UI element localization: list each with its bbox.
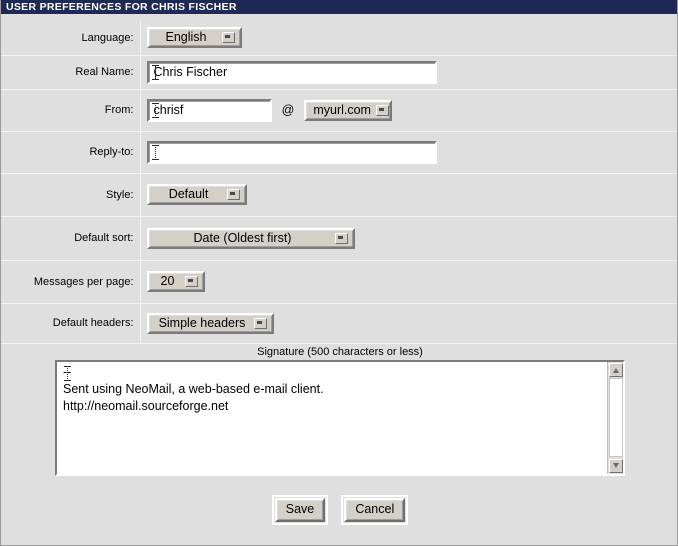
row-actions: Save Cancel [1, 478, 677, 525]
chevron-down-icon [375, 104, 389, 116]
save-button[interactable]: Save [274, 497, 326, 522]
cancel-button[interactable]: Cancel [344, 497, 406, 522]
reply-to-wrap [146, 140, 437, 164]
row-default-headers: Default headers: Simple headers [1, 303, 677, 343]
default-sort-select-value: Date (Oldest first) [193, 230, 292, 245]
from-domain-select-value: myurl.com [313, 102, 371, 117]
preferences-form: Language: English Real Name: Chris Fisch… [1, 21, 677, 525]
field-style: Default [140, 173, 677, 216]
row-signature-area [1, 359, 677, 479]
row-reply-to: Reply-to: [1, 131, 677, 173]
reply-to-input[interactable] [146, 140, 437, 164]
field-language: English [140, 21, 677, 55]
signature-label-cell: Signature (500 characters or less) [1, 343, 677, 360]
row-default-sort: Default sort: Date (Oldest first) [1, 216, 677, 260]
scrollbar-thumb[interactable] [609, 377, 623, 457]
real-name-wrap [146, 60, 437, 84]
from-domain-select[interactable]: myurl.com [304, 99, 393, 121]
field-default-headers: Simple headers [140, 303, 677, 343]
from-user-input[interactable] [146, 98, 272, 122]
user-preferences-window: USER PREFERENCES FOR CHRIS FISCHER Langu… [0, 0, 678, 546]
signature-scrollbar[interactable] [607, 361, 623, 474]
page-title: USER PREFERENCES FOR CHRIS FISCHER [6, 1, 237, 13]
chevron-down-icon [184, 276, 198, 287]
field-default-sort: Date (Oldest first) [140, 216, 677, 260]
messages-per-page-select-value: 20 [160, 274, 175, 288]
label-messages-per-page: Messages per page: [1, 260, 141, 303]
action-button-row: Save Cancel [1, 479, 677, 525]
label-default-headers: Default headers: [1, 303, 141, 343]
label-default-sort: Default sort: [1, 216, 141, 260]
style-select-value: Default [168, 187, 209, 201]
style-select[interactable]: Default [146, 184, 247, 205]
signature-textarea[interactable] [57, 361, 609, 474]
label-style: Style: [1, 173, 141, 216]
chevron-down-icon [334, 232, 348, 244]
real-name-input[interactable] [146, 60, 437, 84]
chevron-down-icon [221, 32, 235, 44]
row-real-name: Real Name: [1, 55, 677, 89]
save-button-frame: Save [271, 494, 329, 525]
signature-area-cell [1, 359, 677, 479]
from-user-wrap [146, 98, 272, 122]
row-messages-per-page: Messages per page: 20 [1, 260, 677, 303]
chevron-down-icon [226, 189, 240, 200]
label-real-name: Real Name: [1, 55, 141, 89]
signature-label: Signature (500 characters or less) [257, 345, 423, 358]
language-select[interactable]: English [146, 27, 242, 49]
messages-per-page-select[interactable]: 20 [146, 271, 205, 292]
default-headers-select[interactable]: Simple headers [146, 312, 274, 334]
window-title-bar: USER PREFERENCES FOR CHRIS FISCHER [1, 0, 677, 14]
scroll-down-arrow-icon[interactable] [609, 458, 623, 473]
at-symbol: @ [281, 103, 295, 117]
chevron-down-icon [253, 317, 267, 329]
field-from: @ myurl.com [140, 89, 677, 131]
field-messages-per-page: 20 [140, 260, 677, 303]
row-from: From: @ myurl.com [1, 89, 677, 131]
language-select-value: English [165, 30, 207, 45]
default-headers-select-value: Simple headers [158, 315, 246, 330]
label-reply-to: Reply-to: [1, 131, 141, 173]
signature-textarea-frame [55, 359, 625, 476]
row-signature-label: Signature (500 characters or less) [1, 343, 677, 360]
top-spacer [1, 14, 677, 21]
row-style: Style: Default [1, 173, 677, 216]
label-from: From: [1, 89, 141, 131]
label-language: Language: [1, 21, 141, 55]
field-real-name [140, 55, 677, 89]
row-language: Language: English [1, 21, 677, 55]
actions-cell: Save Cancel [1, 478, 677, 525]
field-reply-to [140, 131, 677, 173]
default-sort-select[interactable]: Date (Oldest first) [146, 227, 355, 249]
cancel-button-frame: Cancel [341, 494, 409, 525]
scroll-up-arrow-icon[interactable] [609, 362, 623, 377]
